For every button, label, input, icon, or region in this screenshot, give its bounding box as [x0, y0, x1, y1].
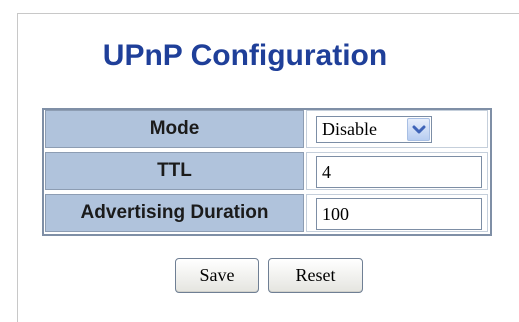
upnp-configuration-table: Mode Disable TTL Advertising Duration	[42, 108, 492, 236]
page-title: UPnP Configuration	[102, 39, 388, 72]
ttl-value-cell	[306, 152, 488, 190]
save-button[interactable]: Save	[175, 258, 259, 293]
advertising-duration-label: Advertising Duration	[45, 194, 304, 232]
content-frame-top-border	[17, 13, 519, 14]
mode-value-cell: Disable	[306, 110, 488, 148]
mode-select[interactable]: Disable	[316, 116, 432, 143]
chevron-down-icon[interactable]	[407, 118, 430, 141]
advertising-duration-value-cell	[306, 194, 488, 232]
upnp-configuration-page: UPnP Configuration Mode Disable TTL 4 Ad…	[0, 0, 519, 322]
content-frame-left-border	[17, 13, 18, 322]
mode-label: Mode	[45, 110, 304, 148]
advertising-duration-input[interactable]	[316, 198, 482, 230]
ttl-input[interactable]	[316, 156, 482, 188]
ttl-label: TTL	[45, 152, 304, 190]
reset-button[interactable]: Reset	[268, 258, 363, 293]
mode-select-value: Disable	[322, 119, 377, 139]
